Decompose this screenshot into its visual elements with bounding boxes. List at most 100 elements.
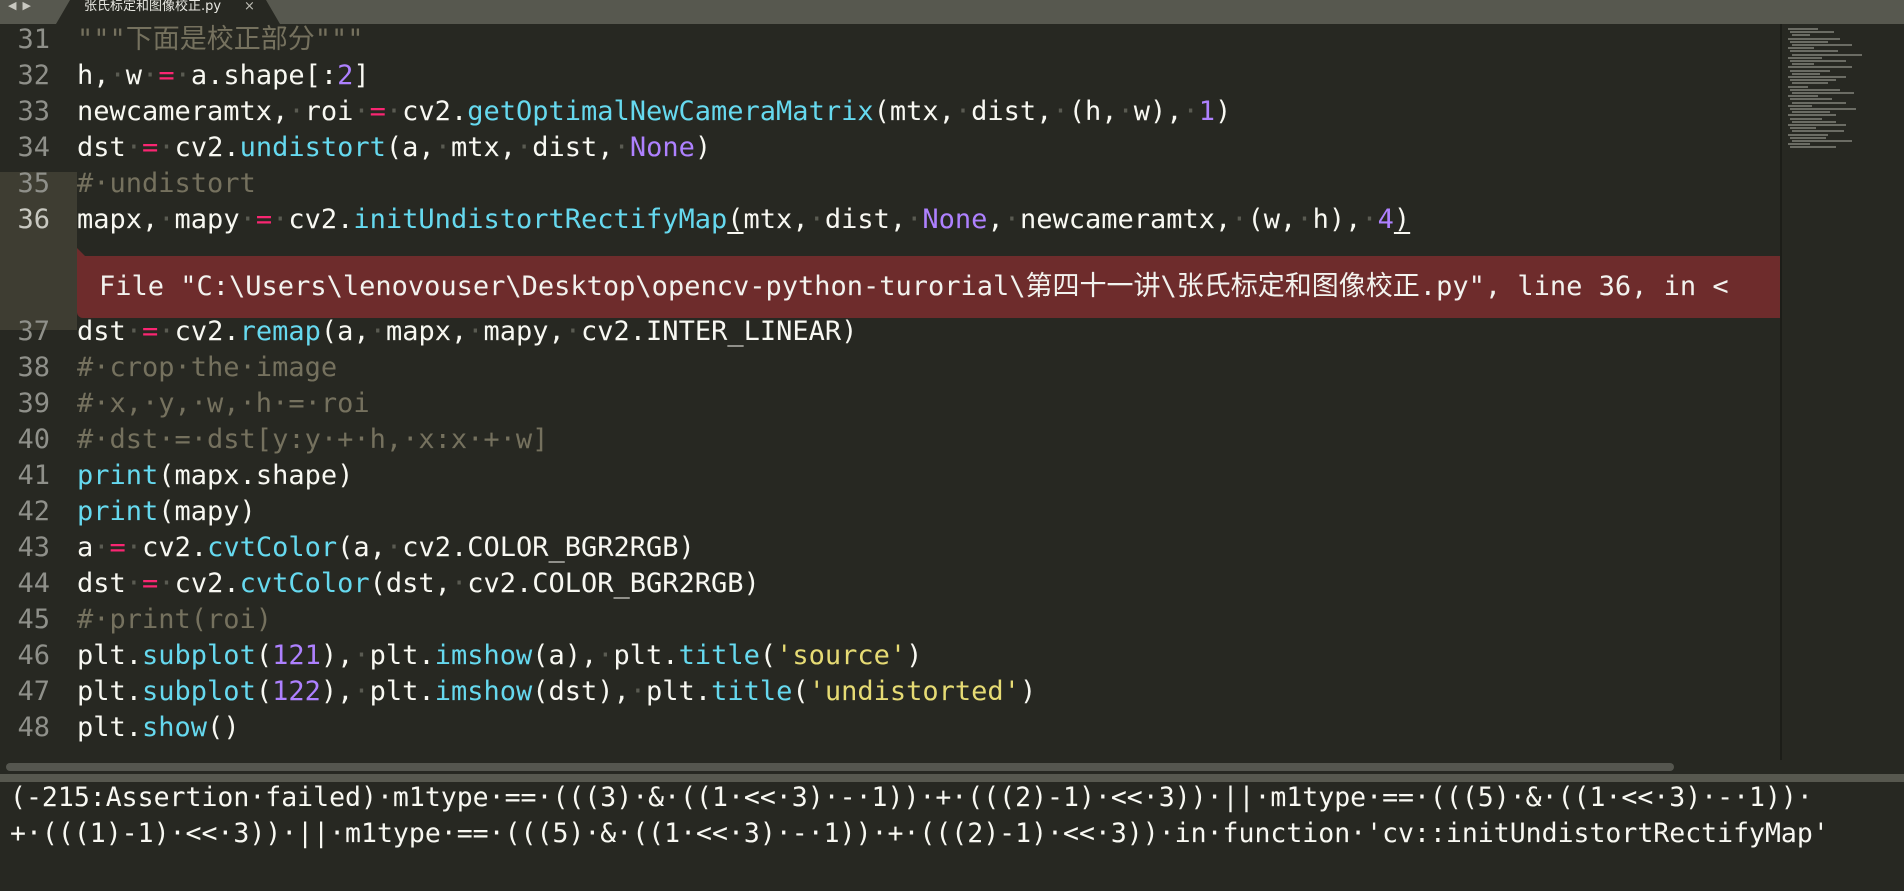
code-token: · bbox=[597, 640, 614, 671]
code-line[interactable]: 40 #·dst·=·dst[y:y·+·h,·x:x·+·w] bbox=[0, 422, 1780, 458]
tab-scroll-left-icon[interactable]: ◀ bbox=[8, 0, 16, 14]
code-token: plt. bbox=[369, 640, 435, 671]
code-token: ) bbox=[694, 132, 712, 163]
code-token: ) bbox=[1215, 96, 1232, 127]
minimap-line bbox=[1792, 111, 1830, 114]
code-token: initUndistortRectifyMap bbox=[353, 204, 728, 235]
code-token: · bbox=[158, 132, 175, 163]
code-token: #·x,·y,·w,·h·=·roi bbox=[77, 388, 370, 419]
code-text: dst·=·cv2.undistort(a,·mtx,·dist,·None) bbox=[77, 130, 711, 166]
code-line[interactable]: 38 #·crop·the·image bbox=[0, 350, 1780, 386]
line-number: 37 bbox=[17, 316, 50, 347]
code-token: roi bbox=[304, 96, 354, 127]
line-number: 40 bbox=[17, 424, 50, 455]
code-token: · bbox=[239, 204, 256, 235]
code-line[interactable]: 43 a·=·cv2.cvtColor(a,·cv2.COLOR_BGR2RGB) bbox=[0, 530, 1780, 566]
code-line[interactable]: 37 dst·=·cv2.remap(a,·mapx,·mapy,·cv2.INT… bbox=[0, 314, 1780, 350]
minimap-line bbox=[1792, 140, 1852, 142]
code-token: = bbox=[158, 60, 175, 91]
sublime-text-window: ◀ ▶ 张氏标定和图像校正.py × 31 """下面是校正部分""" 32 h,·w… bbox=[0, 0, 1904, 891]
code-token: · bbox=[288, 96, 305, 127]
code-token: 121 bbox=[272, 640, 321, 671]
build-output-panel[interactable]: (-215:Assertion·failed)·m1type·==·(((3)·… bbox=[0, 782, 1904, 891]
line-number: 38 bbox=[17, 352, 50, 383]
code-token: imshow bbox=[434, 676, 533, 707]
code-token: · bbox=[1117, 96, 1134, 127]
line-number: 39 bbox=[17, 388, 50, 419]
code-token: 'undistorted' bbox=[808, 676, 1020, 707]
code-token: print bbox=[77, 496, 159, 527]
minimap-line bbox=[1792, 44, 1852, 46]
code-token: = bbox=[142, 316, 159, 347]
code-editor[interactable]: 31 """下面是校正部分""" 32 h,·w·=·a.shape[:2] 33 new… bbox=[0, 24, 1780, 760]
line-number: 45 bbox=[17, 604, 50, 635]
code-line[interactable]: 48 plt.show() bbox=[0, 710, 1780, 746]
minimap-line bbox=[1790, 98, 1832, 101]
line-number: 32 bbox=[17, 60, 50, 91]
code-line[interactable]: 42 print(mapy) bbox=[0, 494, 1780, 530]
line-number: 33 bbox=[17, 96, 50, 127]
output-panel-divider[interactable] bbox=[0, 774, 1904, 782]
code-line[interactable]: 41 print(mapx.shape) bbox=[0, 458, 1780, 494]
code-text: dst·=·cv2.remap(a,·mapx,·mapy,·cv2.INTER… bbox=[77, 314, 857, 350]
minimap-line bbox=[1790, 60, 1846, 62]
code-token: subplot bbox=[142, 640, 256, 671]
code-token: · bbox=[272, 204, 289, 235]
output-line: (-215:Assertion·failed)·m1type·==·(((3)·… bbox=[10, 782, 1813, 813]
code-token: = bbox=[142, 568, 159, 599]
minimap-line bbox=[1788, 143, 1810, 146]
code-token: #·crop·the·image bbox=[77, 352, 338, 383]
code-token: · bbox=[369, 316, 386, 347]
code-line[interactable]: 46 plt.subplot(121),·plt.imshow(a),·plt.t… bbox=[0, 638, 1780, 674]
code-token: dst bbox=[77, 568, 126, 599]
code-token: #·dst·=·dst[y:y·+·h,·x:x·+·w] bbox=[77, 424, 549, 455]
tab-close-icon[interactable]: × bbox=[244, 0, 255, 14]
minimap-line bbox=[1788, 56, 1822, 59]
code-token: cvtColor bbox=[207, 532, 338, 563]
code-line[interactable]: 47 plt.subplot(122),·plt.imshow(dst),·plt… bbox=[0, 674, 1780, 710]
code-line[interactable]: 34 dst·=·cv2.undistort(a,·mtx,·dist,·None… bbox=[0, 130, 1780, 166]
code-token: getOptimalNewCameraMatrix bbox=[467, 96, 874, 127]
code-line[interactable]: 36 mapx,·mapy·=·cv2.initUndistortRectifyM… bbox=[0, 202, 1780, 238]
code-token: , bbox=[987, 204, 1004, 235]
code-token: · bbox=[1003, 204, 1020, 235]
line-number: 34 bbox=[17, 132, 50, 163]
code-token: · bbox=[353, 96, 370, 127]
code-line[interactable]: 31 """下面是校正部分""" bbox=[0, 24, 1780, 58]
code-token: remap bbox=[239, 316, 321, 347]
code-line[interactable]: 44 dst·=·cv2.cvtColor(dst,·cv2.COLOR_BGR2… bbox=[0, 566, 1780, 602]
code-token: · bbox=[1052, 96, 1069, 127]
code-text: #·x,·y,·w,·h·=·roi bbox=[77, 386, 370, 422]
minimap-line bbox=[1790, 40, 1828, 43]
line-number: 35 bbox=[17, 168, 50, 199]
code-token: dist, bbox=[971, 96, 1053, 127]
code-token: w), bbox=[1133, 96, 1183, 127]
horizontal-scrollbar[interactable] bbox=[0, 760, 1904, 774]
code-token: ), bbox=[320, 640, 354, 671]
code-token: undistort bbox=[239, 132, 386, 163]
minimap-line bbox=[1788, 28, 1818, 30]
code-token: h), bbox=[1312, 204, 1362, 235]
minimap[interactable] bbox=[1780, 24, 1904, 760]
code-line[interactable]: 32 h,·w·=·a.shape[:2] bbox=[0, 58, 1780, 94]
code-token: cv2. bbox=[142, 532, 208, 563]
code-token: 2 bbox=[337, 60, 354, 91]
minimap-line bbox=[1790, 88, 1840, 91]
code-token: · bbox=[613, 132, 630, 163]
code-token: · bbox=[109, 60, 126, 91]
tab-active-file[interactable]: 张氏标定和图像校正.py × bbox=[56, 0, 280, 24]
code-line[interactable]: 35 #·undistort bbox=[0, 166, 1780, 202]
code-token: · bbox=[125, 532, 143, 563]
code-token: = bbox=[255, 204, 273, 235]
code-token: · bbox=[158, 316, 175, 347]
code-line[interactable]: 45 #·print(roi) bbox=[0, 602, 1780, 638]
minimap-line bbox=[1790, 69, 1830, 72]
code-line[interactable]: 33 newcameramtx,·roi·=·cv2.getOptimalNewC… bbox=[0, 94, 1780, 130]
code-token: newcameramtx, bbox=[77, 96, 289, 127]
code-token: cv2. bbox=[174, 316, 240, 347]
tab-scroll-right-icon[interactable]: ▶ bbox=[22, 0, 30, 14]
horizontal-scrollbar-thumb[interactable] bbox=[6, 763, 1674, 771]
code-line[interactable]: 39 #·x,·y,·w,·h·=·roi bbox=[0, 386, 1780, 422]
code-token: """下面是校正部分""" bbox=[77, 24, 364, 55]
code-token: (mapx.shape) bbox=[158, 460, 354, 491]
